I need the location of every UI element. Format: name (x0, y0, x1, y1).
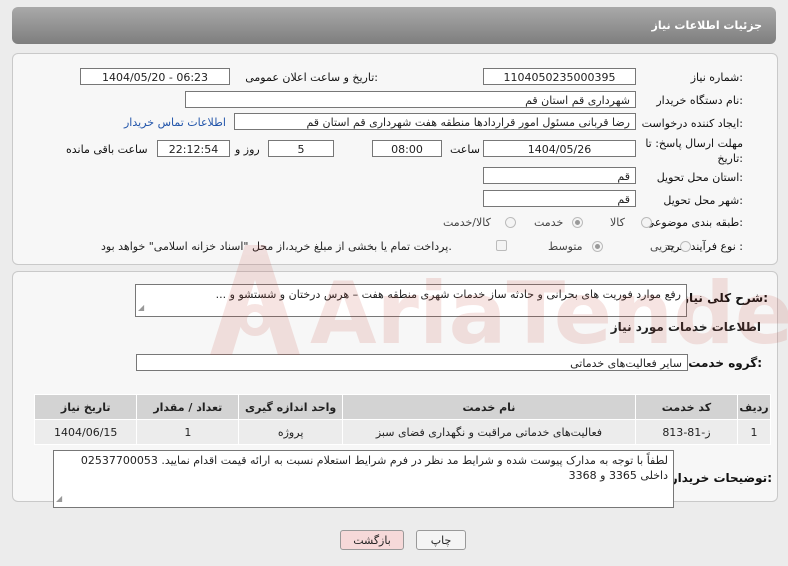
deadline-label: مهلت ارسال پاسخ: تا (645, 137, 743, 150)
category-service-label: خدمت (534, 216, 564, 229)
col-date: تاریخ نیاز (33, 394, 138, 420)
treasury-payment-checkbox[interactable] (496, 240, 507, 251)
buyer-notes-textarea[interactable]: لطفاً با توجه به مدارک پیوست شده و شرایط… (53, 450, 674, 508)
cell-qty: 1 (136, 419, 240, 445)
buyer-contact-link[interactable]: اطلاعات تماس خریدار (124, 116, 226, 129)
announce-label: تاریخ و ساعت اعلان عمومی: (245, 71, 378, 84)
summary-textarea[interactable]: رفع موارد فوریت های بحرانی و حادثه ساز خ… (135, 284, 687, 317)
col-name: نام خدمت (342, 394, 636, 420)
category-goods-label: کالا (610, 216, 625, 229)
service-group-field[interactable]: سایر فعالیت‌های خدماتی (136, 354, 688, 371)
category-goods-service-radio[interactable] (505, 217, 516, 228)
cell-row: 1 (737, 419, 771, 445)
category-goods-radio[interactable] (641, 217, 652, 228)
summary-text: رفع موارد فوریت های بحرانی و حادثه ساز خ… (215, 288, 681, 301)
cell-name: فعالیت‌های خدماتی مراقبت و نگهداری فضای … (342, 419, 636, 445)
services-table: ردیف کد خدمت نام خدمت واحد اندازه گیری ت… (33, 394, 771, 445)
resize-grip-icon: ◢ (56, 494, 63, 503)
time-remaining-field[interactable]: 22:12:54 (157, 140, 230, 157)
category-service-radio[interactable] (572, 217, 583, 228)
services-section-title: اطلاعات خدمات مورد نیاز (610, 320, 761, 334)
deadline-time-label: ساعت (450, 143, 480, 156)
table-header-row: ردیف کد خدمت نام خدمت واحد اندازه گیری ت… (33, 394, 771, 420)
deadline-time-field[interactable]: 08:00 (372, 140, 442, 157)
buyer-org-label: نام دستگاه خریدار: (656, 94, 743, 107)
buyer-org-field[interactable]: شهرداری قم استان قم (185, 91, 636, 108)
category-label: طبقه بندی موضوعی: (645, 216, 743, 229)
need-number-label: شماره نیاز: (690, 71, 743, 84)
announce-datetime-field[interactable]: 1404/05/20 - 06:23 (80, 68, 230, 85)
days-label: روز و (235, 143, 260, 156)
creator-label: ایجاد کننده درخواست: (641, 117, 743, 130)
province-field[interactable]: قم (483, 167, 636, 184)
cell-unit: پروژه (238, 419, 344, 445)
table-row[interactable]: 1 ز-81-813 فعالیت‌های خدماتی مراقبت و نگ… (33, 419, 771, 445)
summary-label: شرح کلی نیاز: (682, 291, 768, 305)
back-button[interactable]: بازگشت (340, 530, 404, 550)
deadline-date-field[interactable]: 1404/05/26 (483, 140, 636, 157)
treasury-payment-note: پرداخت تمام یا بخشی از مبلغ خرید،از محل … (101, 240, 452, 253)
buyer-notes-text: لطفاً با توجه به مدارک پیوست شده و شرایط… (80, 454, 668, 482)
cell-date: 1404/06/15 (33, 419, 138, 445)
process-medium-label: متوسط (548, 240, 583, 253)
buyer-notes-label: توضیحات خریدار: (670, 471, 772, 485)
col-qty: تعداد / مقدار (136, 394, 240, 420)
time-remaining-label: ساعت باقی مانده (66, 143, 148, 156)
process-minor-radio[interactable] (680, 241, 691, 252)
process-medium-radio[interactable] (592, 241, 603, 252)
service-group-label: گروه خدمت: (688, 356, 762, 370)
process-label: نوع فرآیند خرید : (665, 240, 743, 253)
need-number-field[interactable]: 1104050235000395 (483, 68, 636, 85)
category-goods-service-label: کالا/خدمت (443, 216, 491, 229)
col-row: ردیف (737, 394, 771, 420)
col-unit: واحد اندازه گیری (238, 394, 344, 420)
col-code: کد خدمت (634, 394, 739, 420)
page-header: جزئیات اطلاعات نیاز (12, 7, 776, 44)
city-label: شهر محل تحویل: (663, 194, 743, 207)
resize-grip-icon: ◢ (138, 303, 145, 312)
province-label: استان محل تحویل: (656, 171, 743, 184)
process-minor-label: جزیی (650, 240, 676, 253)
print-button[interactable]: چاپ (416, 530, 466, 550)
days-remaining-field[interactable]: 5 (268, 140, 334, 157)
creator-field[interactable]: رضا قربانی مسئول امور قراردادها منطقه هف… (234, 113, 636, 130)
deadline-label-date: تاریخ: (717, 152, 743, 165)
city-field[interactable]: قم (483, 190, 636, 207)
page-title: جزئیات اطلاعات نیاز (651, 19, 763, 32)
cell-code: ز-81-813 (634, 419, 739, 445)
